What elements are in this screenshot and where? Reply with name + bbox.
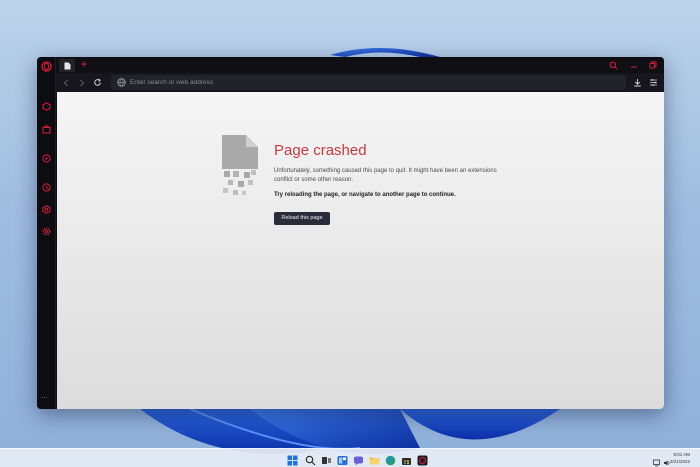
widgets-icon[interactable] — [337, 453, 348, 465]
clock-time[interactable]: 8:01 AM — [673, 452, 690, 457]
forward-icon[interactable] — [76, 77, 87, 88]
globe-icon — [117, 78, 126, 87]
easy-setup-icon[interactable] — [648, 77, 659, 88]
store-icon[interactable] — [401, 453, 412, 465]
navigation-bar — [56, 73, 664, 92]
history-icon[interactable] — [41, 182, 52, 193]
reload-icon[interactable] — [92, 77, 103, 88]
reload-page-button[interactable]: Reload this page — [274, 212, 330, 225]
tab-active[interactable] — [59, 59, 75, 72]
wallet-icon[interactable] — [41, 124, 52, 135]
back-icon[interactable] — [60, 77, 71, 88]
search-tabs-icon[interactable] — [607, 59, 619, 71]
player-icon[interactable] — [41, 153, 52, 164]
search-icon[interactable] — [305, 453, 316, 466]
address-bar[interactable] — [111, 75, 626, 90]
opera-logo-icon[interactable] — [41, 61, 52, 72]
crypto-icon[interactable] — [41, 204, 52, 215]
clock-date[interactable]: 3/21/2022 — [670, 459, 690, 464]
messenger-icon[interactable] — [41, 101, 52, 112]
minimize-icon[interactable] — [628, 59, 640, 71]
sidebar-more[interactable]: ... — [41, 392, 48, 400]
file-explorer-icon[interactable] — [369, 453, 380, 465]
settings-icon[interactable] — [41, 226, 52, 237]
chat-icon[interactable] — [353, 453, 364, 466]
sidebar: ... — [37, 57, 56, 409]
opera-gx-icon[interactable] — [417, 453, 428, 466]
page-title: Page crashed — [274, 142, 367, 159]
task-view-icon[interactable] — [321, 453, 332, 464]
address-input[interactable] — [130, 75, 610, 90]
download-icon[interactable] — [632, 77, 643, 88]
edge-icon[interactable] — [385, 453, 396, 466]
crash-hint: Try reloading the page, or navigate to a… — [274, 192, 456, 198]
browser-window: ... + Enter search or web address Page c… — [37, 57, 664, 409]
crash-description: Unfortunately, something caused this pag… — [274, 168, 497, 183]
start-icon[interactable] — [287, 453, 298, 466]
tab-strip: + — [56, 57, 664, 73]
page-content: Page crashed Unfortunately, something ca… — [57, 92, 664, 409]
document-icon — [64, 62, 70, 69]
taskbar: 8:01 AM 3/21/2022 — [0, 448, 700, 467]
maximize-icon[interactable] — [647, 59, 659, 71]
new-tab-button[interactable]: + — [78, 58, 90, 71]
broken-page-icon — [222, 135, 258, 195]
